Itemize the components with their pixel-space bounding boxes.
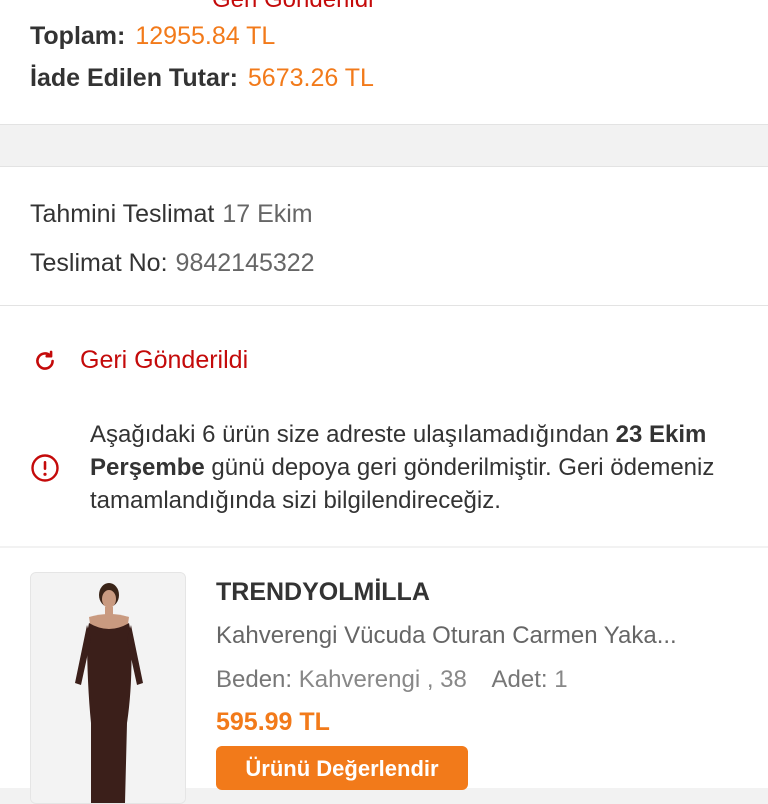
return-info-text: Aşağıdaki 6 ürün size adreste ulaşılamad… [90, 418, 740, 517]
delivery-number-label: Teslimat No: [30, 249, 168, 277]
product-meta: Beden: Kahverengi , 38 Adet: 1 [216, 666, 568, 694]
shipment-status-text: Geri Gönderildi [80, 346, 249, 374]
total-row: Toplam: 12955.84 TL [30, 22, 275, 51]
product-price: 595.99 TL [216, 708, 330, 736]
info-text-part1: Aşağıdaki 6 ürün size adreste ulaşılamad… [90, 421, 616, 448]
estimated-delivery-row: Tahmini Teslimat 17 Ekim [30, 200, 313, 229]
refund-label: İade Edilen Tutar: [30, 64, 238, 92]
delivery-number-value: 9842145322 [175, 249, 315, 277]
product-brand: TRENDYOLMİLLA [216, 578, 430, 606]
size-value: Kahverengi , 38 [298, 666, 467, 693]
refresh-icon [36, 350, 54, 370]
product-photo [31, 573, 185, 803]
estimated-delivery-label: Tahmini Teslimat [30, 200, 215, 228]
refund-value: 5673.26 TL [247, 64, 374, 92]
refund-row: İade Edilen Tutar: 5673.26 TL [30, 64, 374, 93]
estimated-delivery-value: 17 Ekim [222, 200, 313, 228]
review-product-button[interactable]: Ürünü Değerlendir [216, 746, 468, 790]
size-label: Beden: [216, 666, 293, 693]
product-image[interactable] [30, 572, 186, 804]
total-label: Toplam: [30, 22, 126, 50]
total-value: 12955.84 TL [135, 22, 276, 50]
shipment-status: Geri Gönderildi [32, 346, 248, 375]
delivery-info-card: Tahmini Teslimat 17 Ekim Teslimat No: 9842… [0, 166, 768, 306]
quantity-value: 1 [554, 666, 568, 693]
info-icon [31, 453, 59, 482]
quantity-label: Adet: [491, 666, 548, 693]
status-text-cut: Geri Gönderildi [212, 0, 373, 14]
shipment-status-card: Geri Gönderildi Aşağıdaki 6 ürün size ad… [0, 306, 768, 546]
product-name[interactable]: Kahverengi Vücuda Oturan Carmen Yaka... [216, 622, 677, 650]
order-summary-card: Geri Gönderildi Toplam: 12955.84 TL İade … [0, 0, 768, 125]
return-info-message: Aşağıdaki 6 ürün size adreste ulaşılamad… [30, 418, 740, 517]
delivery-number-row: Teslimat No: 9842145322 [30, 249, 315, 278]
product-card[interactable]: TRENDYOLMİLLA Kahverengi Vücuda Oturan C… [0, 548, 768, 804]
